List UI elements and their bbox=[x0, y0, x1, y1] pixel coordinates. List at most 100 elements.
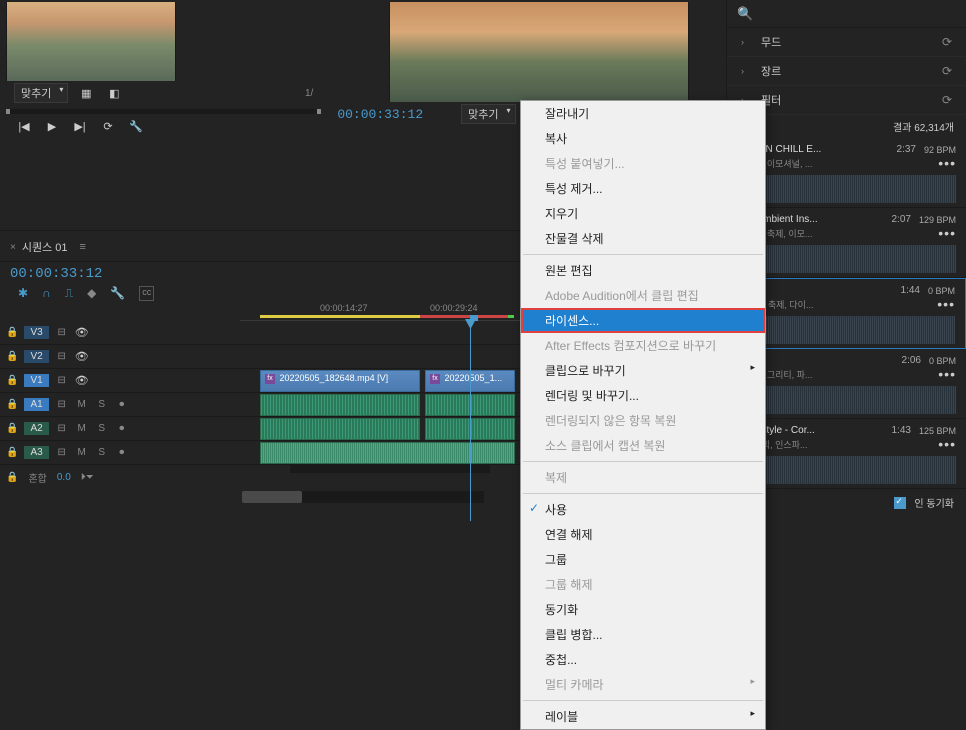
menu-item[interactable]: 클립으로 바꾸기 bbox=[521, 358, 765, 383]
eye-icon[interactable]: 👁 bbox=[75, 326, 89, 339]
wrench-tool-icon[interactable]: 🔧 bbox=[110, 286, 125, 301]
lock-icon[interactable]: 🔒 bbox=[6, 375, 18, 386]
more-icon[interactable]: ••• bbox=[938, 155, 956, 171]
track-header-a3[interactable]: 🔒 A3 ⊟ M S ⏺ bbox=[0, 441, 240, 465]
goto-in-icon[interactable]: |◀ bbox=[14, 118, 34, 134]
goto-out-icon[interactable]: ▶| bbox=[70, 118, 90, 134]
asset-waveform[interactable] bbox=[737, 245, 956, 273]
track-header-v2[interactable]: 🔒 V2 ⊟ 👁 bbox=[0, 345, 240, 369]
program-fit-dropdown[interactable]: 맞추기 bbox=[461, 104, 515, 124]
lock-icon[interactable]: 🔒 bbox=[6, 472, 18, 483]
program-preview-image[interactable] bbox=[389, 2, 689, 102]
filter-row[interactable]: ›무드⟳ bbox=[727, 28, 966, 57]
record-icon[interactable]: ⏺ bbox=[115, 447, 129, 458]
menu-item[interactable]: 잘라내기 bbox=[521, 101, 765, 126]
solo-icon[interactable]: S bbox=[95, 447, 109, 458]
timeline-hscroll[interactable] bbox=[242, 491, 484, 503]
tab-menu-icon[interactable]: ≡ bbox=[80, 241, 86, 253]
lock-icon[interactable]: 🔒 bbox=[6, 423, 18, 434]
menu-item[interactable]: 잔물결 삭제 bbox=[521, 226, 765, 251]
scroll-handle[interactable] bbox=[242, 491, 302, 503]
menu-item[interactable]: 그룹 bbox=[521, 547, 765, 572]
record-icon[interactable]: ⏺ bbox=[115, 399, 129, 410]
lock-icon[interactable]: 🔒 bbox=[6, 447, 18, 458]
menu-item[interactable]: 사용 bbox=[521, 497, 765, 522]
sync-lock-icon[interactable]: ⊟ bbox=[55, 447, 69, 458]
asset-waveform[interactable] bbox=[737, 386, 956, 414]
asset-waveform[interactable] bbox=[737, 456, 956, 484]
record-icon[interactable]: ⏺ bbox=[115, 423, 129, 434]
sync-lock-icon[interactable]: ⊟ bbox=[55, 351, 69, 362]
refresh-icon[interactable]: ⟳ bbox=[942, 64, 952, 78]
marker-tool-icon[interactable]: ◆ bbox=[87, 286, 96, 301]
lock-icon[interactable]: 🔒 bbox=[6, 399, 18, 410]
source-preview-image[interactable] bbox=[6, 2, 176, 81]
mute-icon[interactable]: M bbox=[75, 447, 89, 458]
track-header-v1[interactable]: 🔒 V1 ⊟ 👁 bbox=[0, 369, 240, 393]
audio-clip[interactable] bbox=[260, 442, 515, 464]
lock-icon[interactable]: 🔒 bbox=[6, 351, 18, 362]
audio-clip[interactable] bbox=[260, 394, 420, 416]
menu-item[interactable]: 중첩... bbox=[521, 647, 765, 672]
half-icon[interactable]: ◧ bbox=[104, 85, 124, 101]
track-label[interactable]: A2 bbox=[24, 422, 48, 435]
track-label[interactable]: V1 bbox=[24, 374, 48, 387]
menu-item[interactable]: 연결 해제 bbox=[521, 522, 765, 547]
menu-item[interactable]: 라이센스... bbox=[521, 308, 765, 333]
track-label[interactable]: A1 bbox=[24, 398, 48, 411]
mix-chevron-icon[interactable]: ⏵⏷ bbox=[81, 472, 94, 483]
menu-item[interactable]: 복사 bbox=[521, 126, 765, 151]
asset-waveform[interactable] bbox=[738, 316, 955, 344]
menu-item[interactable]: 특성 제거... bbox=[521, 176, 765, 201]
track-label[interactable]: V3 bbox=[24, 326, 48, 339]
wrench-icon[interactable]: 🔧 bbox=[126, 118, 146, 134]
mute-icon[interactable]: M bbox=[75, 423, 89, 434]
menu-item[interactable]: 레이블 bbox=[521, 704, 765, 729]
menu-item[interactable]: 동기화 bbox=[521, 597, 765, 622]
audio-clip[interactable] bbox=[260, 418, 420, 440]
loop-icon[interactable]: ⟳ bbox=[98, 118, 118, 134]
mute-icon[interactable]: M bbox=[75, 399, 89, 410]
refresh-icon[interactable]: ⟳ bbox=[942, 35, 952, 49]
asset-waveform[interactable] bbox=[737, 175, 956, 203]
mix-value[interactable]: 0.0 bbox=[57, 472, 71, 483]
eye-icon[interactable]: 👁 bbox=[75, 374, 89, 387]
menu-item[interactable]: 지우기 bbox=[521, 201, 765, 226]
track-label[interactable]: V2 bbox=[24, 350, 48, 363]
source-ruler[interactable] bbox=[6, 109, 321, 114]
snap-icon[interactable]: ✱ bbox=[18, 286, 28, 301]
more-icon[interactable]: ••• bbox=[937, 296, 955, 312]
menu-item[interactable]: 원본 편집 bbox=[521, 258, 765, 283]
track-header-a2[interactable]: 🔒 A2 ⊟ M S ⏺ bbox=[0, 417, 240, 441]
sync-lock-icon[interactable]: ⊟ bbox=[55, 375, 69, 386]
timeline-timecode[interactable]: 00:00:33:12 bbox=[10, 266, 102, 282]
filter-row[interactable]: ›장르⟳ bbox=[727, 57, 966, 86]
play-icon[interactable]: ▶ bbox=[42, 118, 62, 134]
sync-lock-icon[interactable]: ⊟ bbox=[55, 327, 69, 338]
solo-icon[interactable]: S bbox=[95, 423, 109, 434]
source-fit-dropdown[interactable]: 맞추기 bbox=[14, 83, 68, 103]
magnet-icon[interactable]: ∩ bbox=[42, 286, 51, 301]
sync-checkbox[interactable] bbox=[894, 497, 906, 509]
track-header-v3[interactable]: 🔒 V3 ⊟ 👁 bbox=[0, 321, 240, 345]
playhead[interactable] bbox=[470, 321, 471, 521]
grid-icon[interactable]: ▦ bbox=[76, 85, 96, 101]
refresh-icon[interactable]: ⟳ bbox=[942, 93, 952, 107]
search-bar[interactable]: 🔍 bbox=[727, 0, 966, 28]
more-icon[interactable]: ••• bbox=[938, 225, 956, 241]
menu-item[interactable]: 렌더링 및 바꾸기... bbox=[521, 383, 765, 408]
video-clip[interactable]: fx 20220505_182648.mp4 [V] bbox=[260, 370, 420, 392]
linked-icon[interactable]: ⎍ bbox=[65, 286, 73, 301]
track-header-a1[interactable]: 🔒 A1 ⊟ M S ⏺ bbox=[0, 393, 240, 417]
more-icon[interactable]: ••• bbox=[938, 436, 956, 452]
track-label[interactable]: A3 bbox=[24, 446, 48, 459]
cc-icon[interactable]: cc bbox=[139, 286, 154, 301]
more-icon[interactable]: ••• bbox=[938, 366, 956, 382]
eye-icon[interactable]: 👁 bbox=[75, 350, 89, 363]
close-icon[interactable]: × bbox=[10, 242, 16, 253]
program-timecode[interactable]: 00:00:33:12 bbox=[337, 107, 423, 122]
solo-icon[interactable]: S bbox=[95, 399, 109, 410]
lock-icon[interactable]: 🔒 bbox=[6, 327, 18, 338]
sync-lock-icon[interactable]: ⊟ bbox=[55, 399, 69, 410]
sync-lock-icon[interactable]: ⊟ bbox=[55, 423, 69, 434]
